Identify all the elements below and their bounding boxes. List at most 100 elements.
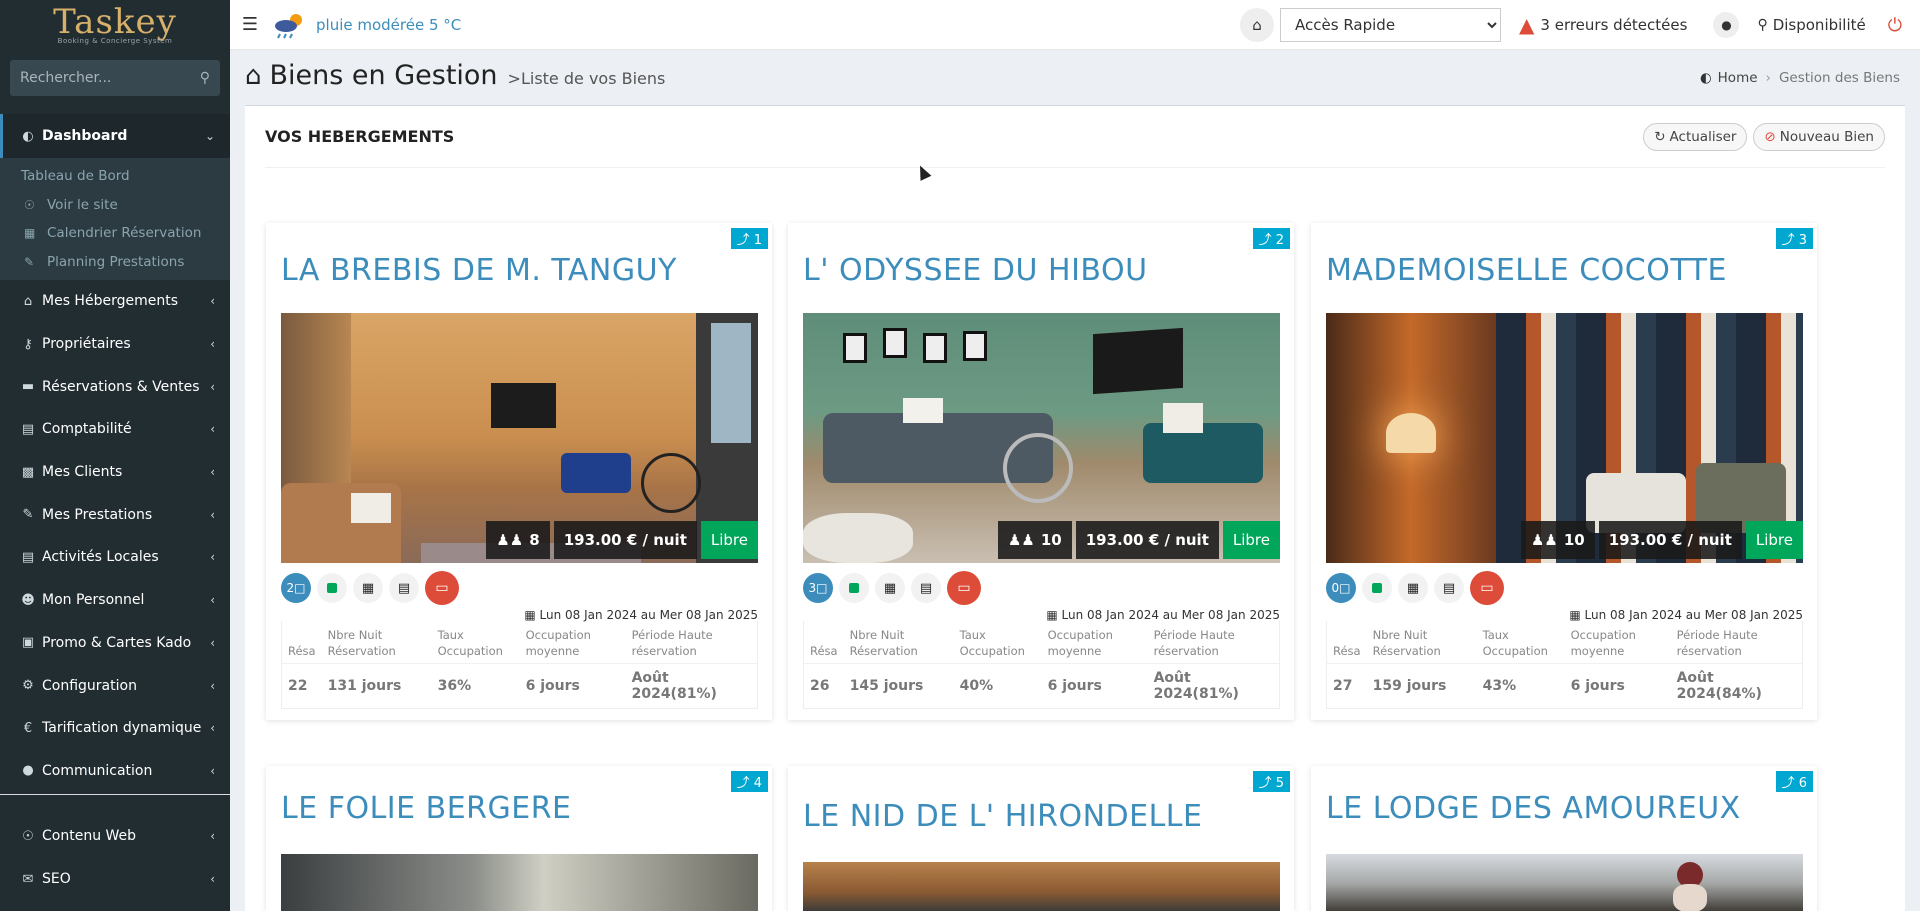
calendar-button[interactable]: ▦ xyxy=(353,573,383,603)
property-number: 4 xyxy=(753,776,762,791)
sidebar-item-dashboard[interactable]: ◐ Dashboard ⌄ xyxy=(0,114,230,158)
property-title[interactable]: LE FOLIE BERGERE xyxy=(281,791,572,826)
messages-button[interactable]: ● xyxy=(1713,12,1740,38)
refresh-button[interactable]: ↻ Actualiser xyxy=(1643,122,1748,151)
calendar-button[interactable]: ▦ xyxy=(1398,573,1428,603)
breadcrumb-home[interactable]: Home xyxy=(1718,70,1758,86)
disponibilite-button[interactable]: ⚲ Disponibilité xyxy=(1757,16,1865,34)
stat-header: Occupation moyenne xyxy=(1041,621,1148,664)
price-badge: 193.00 € / nuit xyxy=(1598,521,1742,559)
property-title[interactable]: LA BREBIS DE M. TANGUY xyxy=(281,253,677,288)
weather-text: pluie modérée 5 °C xyxy=(316,15,462,34)
sort-icon: ⤴ xyxy=(1781,776,1799,791)
chevron-left-icon: ‹ xyxy=(210,635,215,650)
sort-icon: ⤴ xyxy=(1258,776,1276,791)
stat-header: Nbre Nuit Réservation xyxy=(321,621,432,664)
sidebar-item-personnel[interactable]: ☻ Mon Personnel ‹ xyxy=(0,579,230,622)
new-property-button[interactable]: ⊘ Nouveau Bien xyxy=(1753,122,1885,151)
power-icon[interactable]: ⏻ xyxy=(1888,15,1902,36)
page-title-text: Biens en Gestion xyxy=(269,60,498,91)
sidebar-item-label: Réservations & Ventes xyxy=(42,378,200,395)
property-photo[interactable] xyxy=(803,862,1280,911)
sidebar-item-promo[interactable]: ▣ Promo & Cartes Kado ‹ xyxy=(0,622,230,665)
property-card: ⤴ 4 LE FOLIE BERGERE xyxy=(266,766,772,911)
stat-header: Période Haute réservation xyxy=(1670,621,1802,664)
sidebar-subitem-voir-site[interactable]: ☉ Voir le site xyxy=(0,191,230,220)
sidebar-subitem-tableau-de-bord[interactable]: Tableau de Bord xyxy=(0,162,230,191)
status-square-icon xyxy=(327,583,337,593)
warning-icon: ▲ xyxy=(1519,13,1535,37)
delete-button[interactable]: ▭ xyxy=(1470,571,1504,605)
sidebar-item-contenu-web[interactable]: ☉ Contenu Web ‹ xyxy=(0,815,230,858)
sidebar-item-activites[interactable]: ▤ Activités Locales ‹ xyxy=(0,536,230,579)
sidebar-item-label: Mes Prestations xyxy=(42,506,153,523)
property-photo[interactable] xyxy=(281,854,758,911)
calendar-button[interactable]: ▦ xyxy=(875,573,905,603)
sidebar-item-hebergements[interactable]: ⌂ Mes Hébergements ‹ xyxy=(0,280,230,323)
property-number-badge[interactable]: ⤴ 4 xyxy=(730,771,768,792)
sidebar-item-label: Communication xyxy=(42,762,153,779)
sidebar-item-reservations[interactable]: ▬ Réservations & Ventes ‹ xyxy=(0,365,230,408)
errors-alert[interactable]: ▲ 3 erreurs détectées xyxy=(1519,13,1687,37)
property-number-badge[interactable]: ⤴ 1 xyxy=(730,228,768,249)
chevron-left-icon: ‹ xyxy=(210,379,215,394)
dashboard-submenu: Tableau de Bord ☉ Voir le site ▦ Calendr… xyxy=(0,158,230,280)
sidebar-item-comptabilite[interactable]: ▤ Comptabilité ‹ xyxy=(0,408,230,451)
sidebar-item-clients[interactable]: ▩ Mes Clients ‹ xyxy=(0,451,230,494)
sidebar-subitem-calendrier[interactable]: ▦ Calendrier Réservation xyxy=(0,219,230,248)
stats-table: Résa Nbre Nuit Réservation Taux Occupati… xyxy=(1326,621,1803,709)
sidebar-item-seo[interactable]: ✉ SEO ‹ xyxy=(0,858,230,901)
property-number-badge[interactable]: ⤴ 2 xyxy=(1252,228,1290,249)
status-toggle-button[interactable] xyxy=(839,573,869,603)
file-pdf-icon: ▤ xyxy=(397,580,411,596)
date-range-text: Lun 08 Jan 2024 au Mer 08 Jan 2025 xyxy=(1584,608,1803,622)
chevron-left-icon: ‹ xyxy=(210,422,215,437)
property-title[interactable]: LE NID DE L' HIRONDELLE xyxy=(803,799,1202,834)
calendar-icon: ▦ xyxy=(524,608,540,622)
sidebar-item-configuration[interactable]: ⚙ Configuration ‹ xyxy=(0,664,230,707)
hebergements-box: VOS HEBERGEMENTS ↻ Actualiser ⊘ Nouveau Bi… xyxy=(245,105,1905,911)
property-number-badge[interactable]: ⤴ 5 xyxy=(1252,771,1290,792)
property-title[interactable]: L' ODYSSEE DU HIBOU xyxy=(803,253,1148,288)
property-photo[interactable]: ♟♟ 8 193.00 € / nuit Libre xyxy=(281,313,758,563)
stats-row: 27 159 jours 43% 6 jours Août 2024(84%) xyxy=(1327,664,1802,709)
search-input[interactable] xyxy=(20,70,200,86)
status-badge: Libre xyxy=(1745,521,1803,559)
delete-button[interactable]: ▭ xyxy=(425,571,459,605)
sidebar-item-communication[interactable]: ● Communication ‹ xyxy=(0,750,230,793)
pdf-button[interactable]: ▤ xyxy=(389,573,419,603)
stat-value: Août 2024(81%) xyxy=(1153,670,1239,702)
search-icon[interactable]: ⚲ xyxy=(200,70,210,86)
home-button[interactable]: ⌂ xyxy=(1240,8,1275,42)
dashboard-icon: ◐ xyxy=(22,128,34,144)
sidebar-item-tarification[interactable]: € Tarification dynamique ‹ xyxy=(0,707,230,750)
stats-row: 22 131 jours 36% 6 jours Août 2024(81%) xyxy=(282,664,757,709)
status-badge: Libre xyxy=(1222,521,1280,559)
hamburger-menu-icon[interactable]: ☰ xyxy=(230,14,270,35)
pdf-button[interactable]: ▤ xyxy=(1434,573,1464,603)
messages-button[interactable]: 2 □ xyxy=(281,573,311,603)
status-toggle-button[interactable] xyxy=(317,573,347,603)
sidebar-subitem-label: Tableau de Bord xyxy=(21,168,130,185)
property-number-badge[interactable]: ⤴ 3 xyxy=(1775,228,1813,249)
sidebar-subitem-planning[interactable]: ✎ Planning Prestations xyxy=(0,248,230,277)
sidebar-item-proprietaires[interactable]: ⚷ Propriétaires ‹ xyxy=(0,323,230,366)
property-title[interactable]: MADEMOISELLE COCOTTE xyxy=(1326,253,1727,288)
property-number-badge[interactable]: ⤴ 6 xyxy=(1775,771,1813,792)
pdf-button[interactable]: ▤ xyxy=(911,573,941,603)
disponibilite-label: Disponibilité xyxy=(1772,16,1866,34)
sort-icon: ⤴ xyxy=(736,776,754,791)
messages-button[interactable]: 3 □ xyxy=(803,573,833,603)
status-toggle-button[interactable] xyxy=(1362,573,1392,603)
messages-button[interactable]: 0 □ xyxy=(1326,573,1356,603)
property-photo[interactable]: ♟♟ 10 193.00 € / nuit Libre xyxy=(803,313,1280,563)
delete-button[interactable]: ▭ xyxy=(947,571,981,605)
logo[interactable]: Taskey Booking & Concierge System xyxy=(0,0,230,50)
property-photo[interactable] xyxy=(1326,854,1803,911)
stat-value: 43% xyxy=(1482,678,1517,694)
users-icon: ♟♟ xyxy=(1530,531,1558,549)
property-photo[interactable]: ♟♟ 10 193.00 € / nuit Libre xyxy=(1326,313,1803,563)
property-title[interactable]: LE LODGE DES AMOUREUX xyxy=(1326,791,1741,826)
quick-access-select[interactable]: Accès Rapide xyxy=(1280,8,1502,42)
sidebar-item-prestations[interactable]: ✎ Mes Prestations ‹ xyxy=(0,493,230,536)
